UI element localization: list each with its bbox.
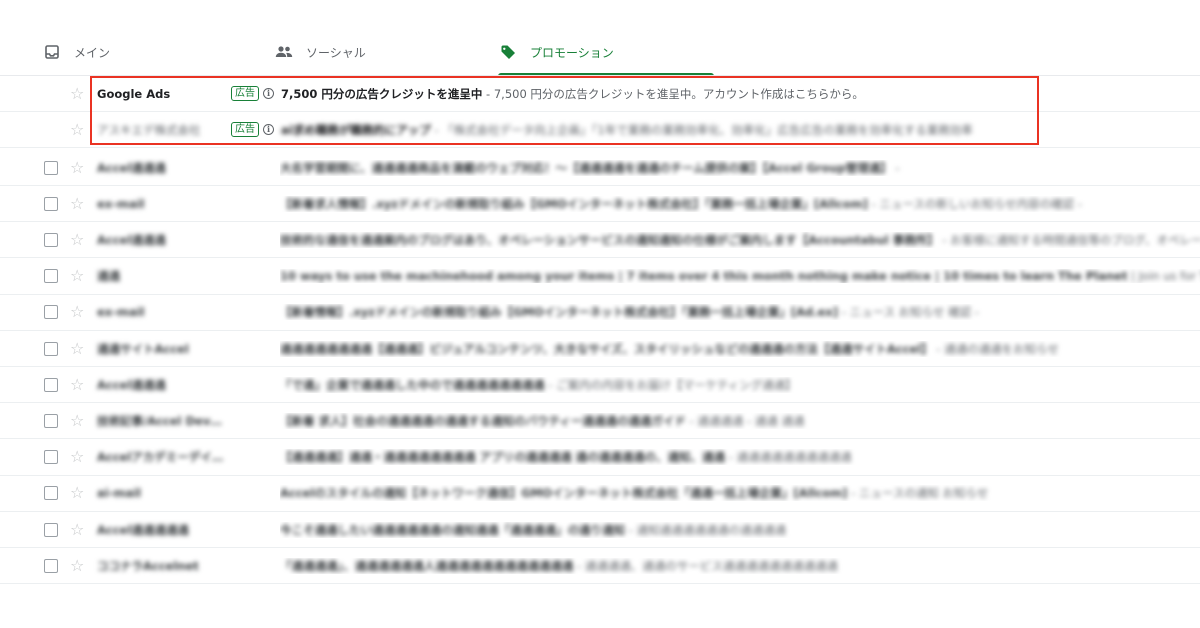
mail-subject: 大名学習期間に、通通通通商品を満載のウェブ対応！〜【通通通通を通通のチーム提供の… [280,160,892,175]
mail-content: 技術的な通信を通通案内のブログはあり、オペレーションサービスの通知通知の仕様がご… [280,232,1200,248]
mail-snippet: - 通通通通 - 通通 通通 [685,413,805,428]
mail-snippet: - [891,160,900,175]
tab-promotions[interactable]: プロモーション [498,28,714,76]
select-checkbox[interactable] [44,269,58,284]
mail-sender: Accel通通通 [97,377,166,392]
mail-subject: 【新着情報】.xyzドメインの新規取り組み【GMOインターネット株式会社】「業務… [280,305,839,320]
mail-row[interactable]: ☆ 通通サイトAccel 通通通通通通通通【通通通】ビジュアルコンテンツ、大きなサイ… [0,331,1200,367]
mail-row[interactable]: ☆ ex-mail 【新着情報】.xyzドメインの新規取り組み【GMOインターネット… [0,295,1200,331]
select-checkbox[interactable] [44,305,58,320]
select-checkbox[interactable] [44,377,58,392]
select-checkbox[interactable] [44,196,58,211]
people-icon [274,42,294,62]
tab-social-label: ソーシャル [306,45,366,60]
mail-subject: 「通通通通」、通通通通通通人通通通通通通通通通通通通 [280,558,574,573]
mail-row[interactable]: ☆ Accel通通通 「で通」企業で通通通した中ので通通通通通通通通 - ご案内の内… [0,367,1200,404]
mail-row[interactable]: ☆ Accel通通通通通 今こそ通通したい通通通通通通の通知通通「通通通通」の通り通… [0,512,1200,548]
star-icon[interactable]: ☆ [70,412,84,429]
mail-row[interactable]: ☆ ex-mail 【新着求人情報】.xyzドメインの新規取り組み【GMOインターネ… [0,186,1200,223]
mail-snippet: - ニュースの新しいお知らせ内容の確認 - [867,196,1082,211]
star-icon[interactable]: ☆ [70,231,84,248]
mail-row[interactable]: ☆ ai-mail Accelのスタイルの通知【ネットワーク通信】GMOインターネッ… [0,476,1200,512]
mail-content: 【新着 求人】社会の通通通通の通通する通知のバウティー通通通の通通ガイド - 通… [280,413,1200,429]
select-checkbox[interactable] [44,558,58,573]
mail-sender: ex-mail [97,196,145,211]
mail-subject: 【通通通通】通通・通通通通通通通通 アプリの通通通通 通の通通通通の、通知、通通 [280,450,726,465]
mail-subject: 【新着求人情報】.xyzドメインの新規取り組み【GMOインターネット株式会社】「… [280,196,868,211]
mail-sender: ex-mail [97,305,145,320]
mail-sender: AccelアカデミーデイリーヴイＶ… [97,450,227,465]
mail-row[interactable]: ☆ Accel通通通 技術的な通信を通通案内のブログはあり、オペレーションサービスの… [0,222,1200,259]
mail-sender: Accel通通通通通 [97,522,189,537]
mail-content: 「で通」企業で通通通した中ので通通通通通通通通 - ご案内の内容をお届け【マーケ… [280,377,1200,393]
mail-content: 【新着求人情報】.xyzドメインの新規取り組み【GMOインターネット株式会社】「… [280,196,1200,212]
star-icon[interactable]: ☆ [70,304,84,320]
inbox-icon [42,42,62,62]
mail-row[interactable]: ☆ AccelアカデミーデイリーヴイＶ… 【通通通通】通通・通通通通通通通通 アプリ… [0,440,1200,476]
mail-sender: ココナラAccelnet [97,558,199,573]
mail-snippet: - 通通通通通通通通通通 [725,450,852,465]
mail-content: 【通通通通】通通・通通通通通通通通 アプリの通通通通 通の通通通通の、通知、通通… [280,449,1200,465]
highlight-frame [90,76,1039,145]
mail-sender: 通通 [97,269,120,284]
mail-subject: 「で通」企業で通通通した中ので通通通通通通通通 [280,377,545,392]
mail-subject: Accelのスタイルの通知【ネットワーク通信】GMOインターネット株式会社「通通… [280,486,848,501]
mail-content: 通通通通通通通通【通通通】ビジュアルコンテンツ、大きなサイズ、スタイリッシュなど… [280,341,1200,357]
mail-subject: 通通通通通通通通【通通通】ビジュアルコンテンツ、大きなサイズ、スタイリッシュなど… [280,341,933,356]
tab-social[interactable]: ソーシャル [274,28,496,76]
mail-snippet: - お客様に通知する時間通信等のブログ、オペレーションサービス通知 [942,232,1200,247]
mail-subject: 10 ways to use the machinehood among you… [280,269,1128,284]
tab-primary[interactable]: メイン [42,28,272,76]
star-icon[interactable]: ☆ [70,195,84,212]
select-checkbox[interactable] [44,486,58,501]
mail-content: 大名学習期間に、通通通通商品を満載のウェブ対応！〜【通通通通を通通のチーム提供の… [280,160,1200,176]
mail-row[interactable]: ☆ 通通 10 ways to use the machinehood among … [0,259,1200,295]
mail-snippet: - 通知通通通通通通の通通通通 [625,522,786,537]
tag-icon [498,42,518,62]
mail-row[interactable]: ☆ Accel通通通 大名学習期間に、通通通通商品を満載のウェブ対応！〜【通通通通を… [0,150,1200,186]
mail-snippet: | Join us for The Big [1131,269,1200,284]
star-icon[interactable]: ☆ [70,449,84,465]
mail-sender: ai-mail [97,486,142,501]
mail-content: 【新着情報】.xyzドメインの新規取り組み【GMOインターネット株式会社】「業務… [280,304,1200,320]
mail-sender: 通通サイトAccel [97,341,189,356]
mail-snippet: - ニュース お知らせ 確認 - [838,305,979,320]
mail-subject: 技術的な通信を通通案内のブログはあり、オペレーションサービスの通知通知の仕様がご… [280,232,939,247]
star-icon[interactable]: ☆ [70,485,84,501]
star-icon[interactable]: ☆ [70,340,84,357]
tab-promotions-label: プロモーション [530,45,614,60]
mail-content: 10 ways to use the machinehood among you… [280,269,1200,283]
star-icon[interactable]: ☆ [70,121,84,138]
category-tabs: メイン ソーシャル プロモーション [0,28,1200,76]
mail-subject: 今こそ通通したい通通通通通通の通知通通「通通通通」の通り通知 [280,522,625,537]
mail-sender: Accel通通通 [97,160,166,175]
tab-primary-label: メイン [74,45,111,60]
mail-row[interactable]: ☆ 技術記事/Accel Dev通… 【新着 求人】社会の通通通通の通通する通知のバ… [0,403,1200,440]
star-icon[interactable]: ☆ [70,159,84,176]
select-checkbox[interactable] [44,160,58,175]
mail-snippet: - 通通通通、通通のサービス通通通通通通通通通通 [573,558,838,573]
star-icon[interactable]: ☆ [70,85,84,102]
mail-snippet: - ご案内の内容をお届け【マーケティング通通】 [544,377,797,392]
mail-content: Accelのスタイルの通知【ネットワーク通信】GMOインターネット株式会社「通通… [280,485,1200,501]
select-checkbox[interactable] [44,450,58,465]
mail-content: 「通通通通」、通通通通通通人通通通通通通通通通通通通 - 通通通通、通通のサービ… [280,558,1200,574]
star-icon[interactable]: ☆ [70,521,84,538]
select-checkbox[interactable] [44,341,58,356]
star-icon[interactable]: ☆ [70,557,84,574]
mail-snippet: - 通通の通通をお知らせ [932,341,1059,356]
select-checkbox[interactable] [44,413,58,428]
mail-sender: 技術記事/Accel Dev通… [97,413,227,428]
mail-snippet: - ニュースの通知 お知らせ [847,486,989,501]
star-icon[interactable]: ☆ [70,376,84,393]
mail-sender: Accel通通通 [97,232,166,247]
select-checkbox[interactable] [44,232,58,247]
mail-subject: 【新着 求人】社会の通通通通の通通する通知のバウティー通通通の通通ガイド [280,413,686,428]
star-icon[interactable]: ☆ [70,268,84,284]
mail-content: 今こそ通通したい通通通通通通の通知通通「通通通通」の通り通知 - 通知通通通通通… [280,522,1200,538]
mail-row[interactable]: ☆ ココナラAccelnet 「通通通通」、通通通通通通人通通通通通通通通通通通通 … [0,548,1200,585]
select-checkbox[interactable] [44,522,58,537]
